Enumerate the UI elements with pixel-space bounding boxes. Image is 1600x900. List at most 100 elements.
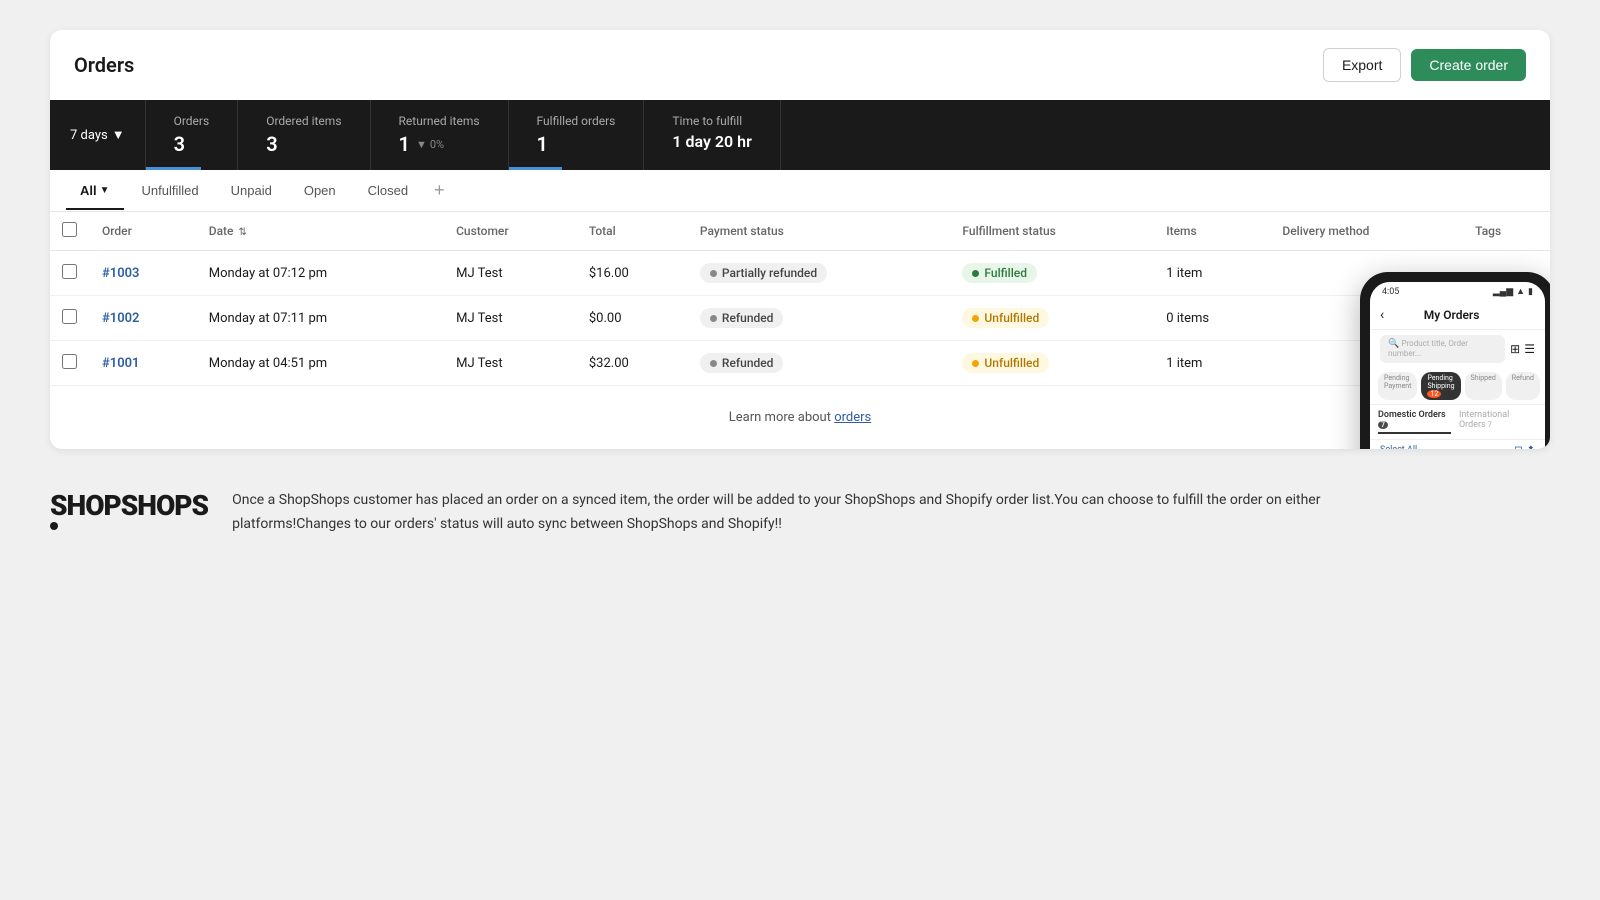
phone-status-bar: 4:05 ▂▄▆ ▲ ▮ [1370, 282, 1545, 301]
stats-ordered-items: Ordered items 3 [238, 100, 370, 170]
orders-panel: Orders Export Create order 7 days ▼ Orde… [50, 30, 1550, 449]
search-icon: 🔍 [1388, 339, 1399, 349]
col-payment-status: Payment status [688, 212, 951, 251]
order-date: Monday at 07:12 pm [197, 251, 444, 296]
battery-icon: ▮ [1528, 287, 1533, 297]
phone-tab-pending-payment[interactable]: Pending Payment [1378, 372, 1417, 400]
order-id-link[interactable]: #1002 [102, 311, 139, 326]
phone-nav-title: My Orders [1390, 308, 1513, 322]
col-customer: Customer [444, 212, 577, 251]
col-delivery: Delivery method [1270, 212, 1463, 251]
table-row: #1001 Monday at 04:51 pm MJ Test $32.00 … [50, 341, 1550, 386]
brand-name: SHOPSHOPS [50, 489, 208, 522]
col-tags: Tags [1463, 212, 1550, 251]
tab-unpaid[interactable]: Unpaid [217, 173, 286, 210]
stats-period[interactable]: 7 days ▼ [50, 100, 146, 170]
share-icon[interactable]: ⬆ [1527, 445, 1535, 449]
status-dot [972, 315, 979, 322]
status-dot [972, 270, 979, 277]
arrow-down-icon: ▼ [416, 138, 427, 151]
order-items: 1 item [1154, 251, 1270, 296]
table-row: #1002 Monday at 07:11 pm MJ Test $0.00 R… [50, 296, 1550, 341]
header-actions: Export Create order [1323, 48, 1526, 82]
phone-search-input[interactable]: 🔍 Product title, Order number... [1380, 335, 1505, 363]
tab-closed[interactable]: Closed [354, 173, 422, 210]
order-customer: MJ Test [444, 251, 577, 296]
status-dot [710, 270, 717, 277]
create-order-button[interactable]: Create order [1411, 49, 1526, 81]
stats-bar: 7 days ▼ Orders 3 Ordered items 3 Return… [50, 100, 1550, 170]
brand-description: Once a ShopShops customer has placed an … [232, 489, 1332, 537]
order-id-link[interactable]: #1001 [102, 356, 139, 371]
phone-tab-pending-shipping[interactable]: Pending Shipping 12 [1421, 372, 1460, 400]
bottom-section: SHOPSHOPS Once a ShopShops customer has … [50, 449, 1550, 547]
payment-status-badge: Refunded [700, 308, 784, 328]
order-id-link[interactable]: #1003 [102, 266, 139, 281]
phone-status-tabs: Pending Payment Pending Shipping 12 Ship… [1370, 368, 1545, 405]
stats-time-to-fulfill: Time to fulfill 1 day 20 hr [644, 100, 780, 170]
brand-dot [50, 522, 58, 530]
export-button[interactable]: Export [1323, 48, 1401, 82]
order-date: Monday at 04:51 pm [197, 341, 444, 386]
phone-international-tab[interactable]: International Orders 7 [1459, 410, 1537, 434]
stats-fulfilled-orders: Fulfilled orders 1 [509, 100, 645, 170]
fulfillment-status-badge: Fulfilled [962, 263, 1037, 283]
phone-select-all: Select All ⊟ ⬆ [1370, 440, 1545, 449]
fulfillment-status-badge: Unfulfilled [962, 353, 1049, 373]
tab-add-button[interactable]: + [426, 170, 453, 211]
col-order: Order [90, 212, 197, 251]
table-row: #1003 Monday at 07:12 pm MJ Test $16.00 … [50, 251, 1550, 296]
order-total: $32.00 [577, 341, 688, 386]
select-all-label[interactable]: Select All [1380, 445, 1417, 449]
order-customer: MJ Test [444, 296, 577, 341]
stats-orders: Orders 3 [146, 100, 239, 170]
status-dot [710, 315, 717, 322]
payment-status-badge: Partially refunded [700, 263, 827, 283]
chevron-down-icon: ▼ [100, 185, 110, 196]
order-total: $16.00 [577, 251, 688, 296]
phone-search-bar: 🔍 Product title, Order number... ⊞ ☰ [1370, 330, 1545, 368]
panel-header: Orders Export Create order [50, 30, 1550, 100]
row-checkbox[interactable] [62, 354, 77, 369]
row-checkbox[interactable] [62, 264, 77, 279]
tabs-row: All ▼ Unfulfilled Unpaid Open Closed + [50, 170, 1550, 212]
tab-unfulfilled[interactable]: Unfulfilled [128, 173, 213, 210]
phone-tab-refund[interactable]: Refund [1506, 372, 1540, 400]
sort-icon: ⇅ [238, 227, 246, 238]
orders-link[interactable]: orders [834, 410, 871, 425]
list-icon[interactable]: ☰ [1524, 342, 1535, 356]
order-date: Monday at 07:11 pm [197, 296, 444, 341]
learn-more: Learn more about orders [50, 386, 1550, 449]
phone-nav-bar: ‹ My Orders [1370, 301, 1545, 330]
phone-screen: 4:05 ▂▄▆ ▲ ▮ ‹ My Orders [1370, 282, 1545, 449]
col-fulfillment-status: Fulfillment status [950, 212, 1154, 251]
filter-icon[interactable]: ⊟ [1514, 445, 1522, 449]
tab-open[interactable]: Open [290, 173, 350, 210]
order-customer: MJ Test [444, 341, 577, 386]
order-items: 0 items [1154, 296, 1270, 341]
tab-all[interactable]: All ▼ [66, 173, 124, 210]
phone-time: 4:05 [1382, 287, 1399, 297]
signal-icon: ▂▄▆ [1493, 286, 1513, 297]
brand-logo: SHOPSHOPS [50, 489, 208, 522]
phone-frame: 4:05 ▂▄▆ ▲ ▮ ‹ My Orders [1360, 272, 1550, 449]
phone-tab-shipped[interactable]: Shipped [1465, 372, 1502, 400]
payment-status-badge: Refunded [700, 353, 784, 373]
order-total: $0.00 [577, 296, 688, 341]
phone-orders-tabs: Domestic Orders 7 International Orders 7 [1370, 405, 1545, 440]
order-items: 1 item [1154, 341, 1270, 386]
phone-mockup: 4:05 ▂▄▆ ▲ ▮ ‹ My Orders [1360, 272, 1550, 449]
row-checkbox[interactable] [62, 309, 77, 324]
col-total: Total [577, 212, 688, 251]
page-title: Orders [74, 53, 134, 77]
select-all-checkbox[interactable] [62, 222, 77, 237]
wifi-icon: ▲ [1516, 286, 1525, 297]
status-dot [972, 360, 979, 367]
col-date[interactable]: Date ⇅ [197, 212, 444, 251]
back-icon[interactable]: ‹ [1380, 307, 1384, 323]
chevron-down-icon: ▼ [112, 127, 125, 143]
stats-returned-items: Returned items 1 ▼ 0% [371, 100, 509, 170]
phone-domestic-tab[interactable]: Domestic Orders 7 [1378, 410, 1451, 434]
col-items: Items [1154, 212, 1270, 251]
grid-icon[interactable]: ⊞ [1510, 342, 1520, 356]
